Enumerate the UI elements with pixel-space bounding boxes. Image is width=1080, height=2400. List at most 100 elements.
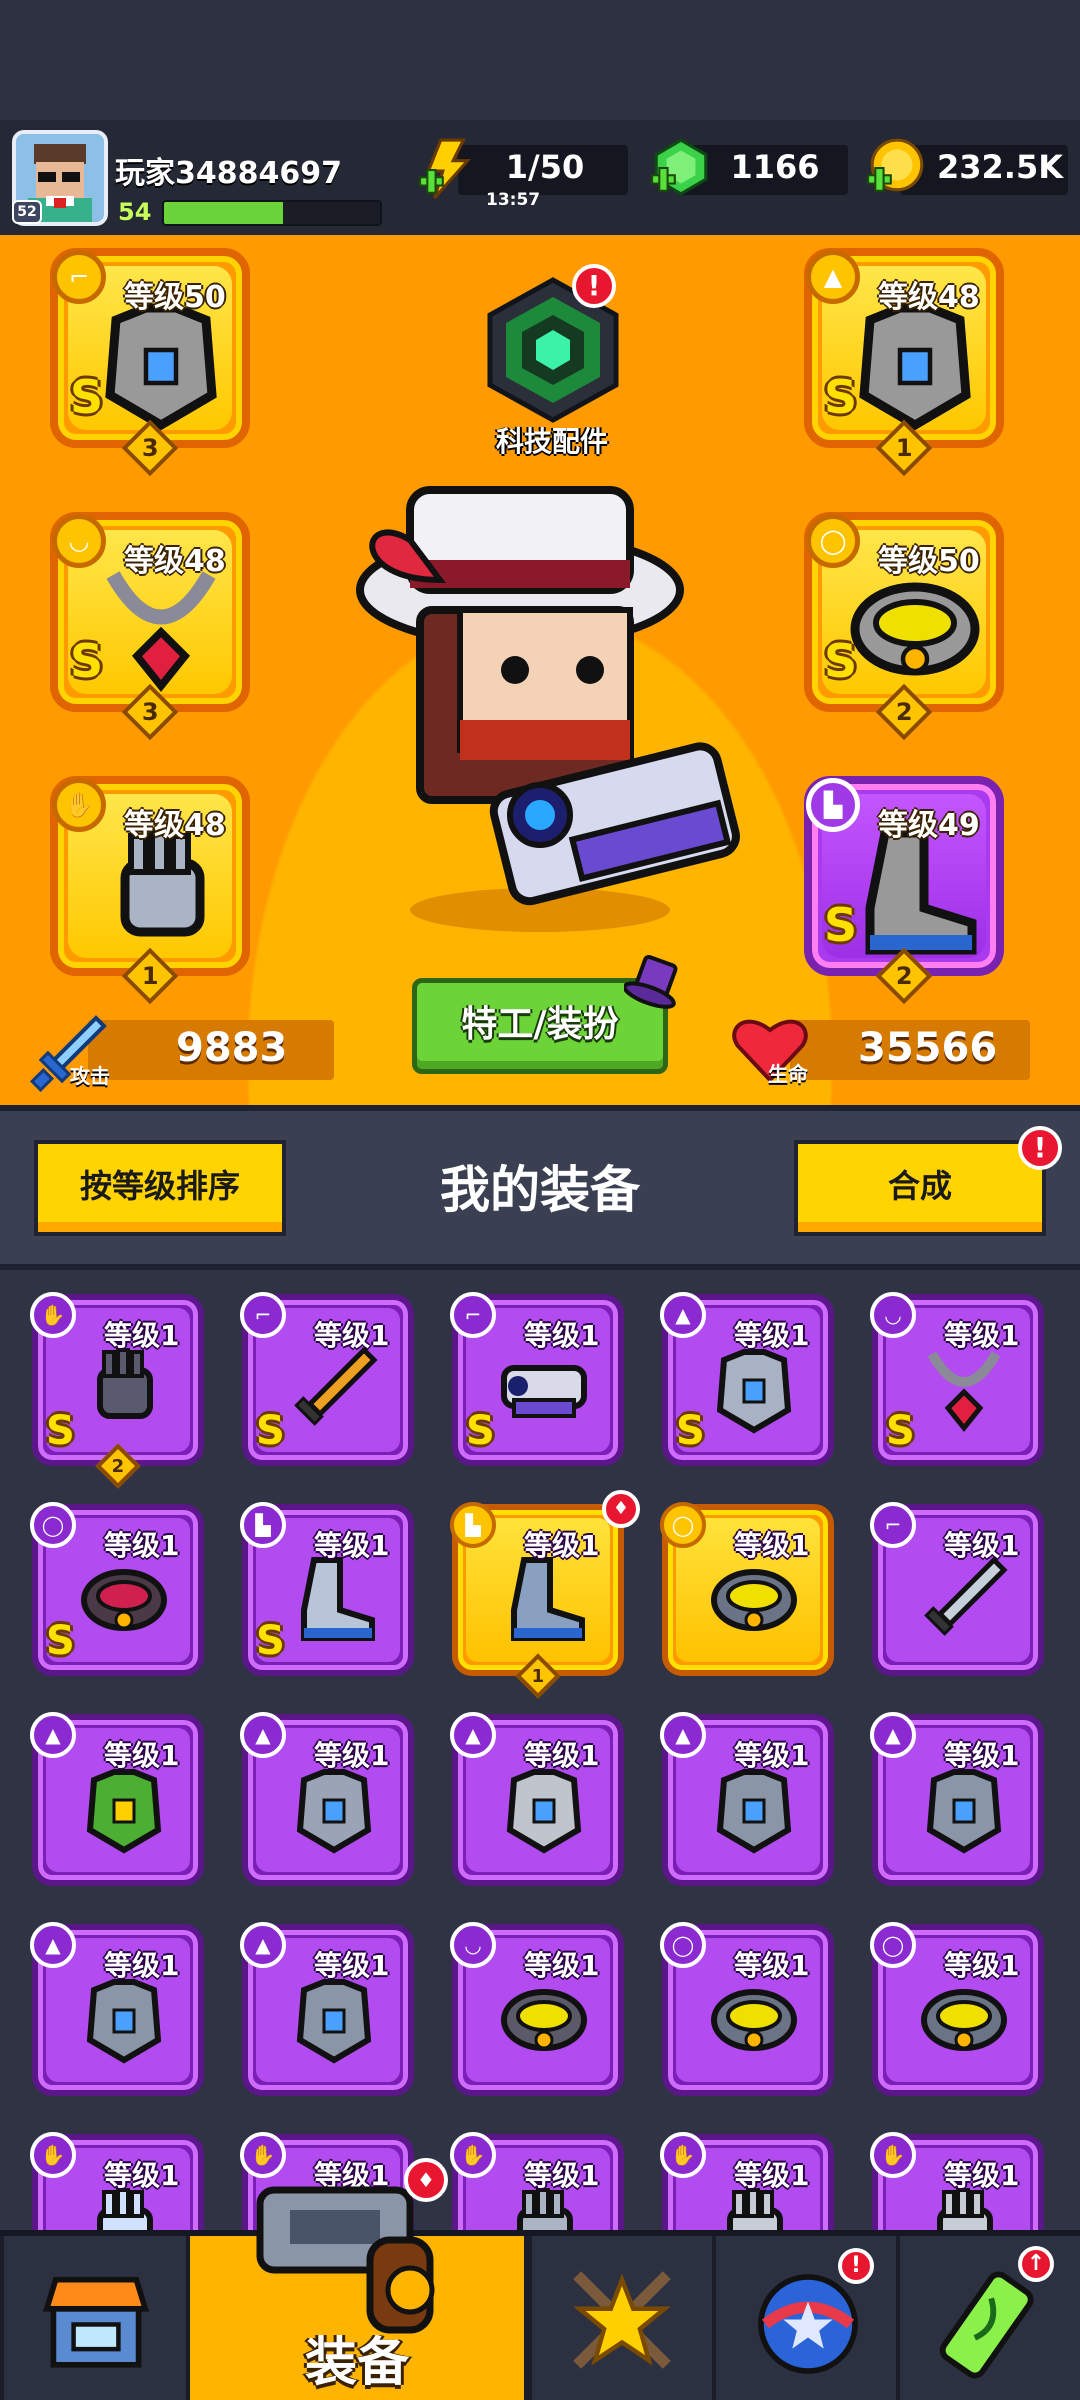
inventory-item[interactable]: ✋ 等级1 (870, 2132, 1044, 2230)
item-level: 等级1 (524, 1319, 600, 1352)
xp-bar (162, 200, 382, 226)
boots-slot-icon: ▙ (806, 778, 860, 832)
item-level: 等级1 (944, 1319, 1020, 1352)
grade-badge: S (466, 1408, 495, 1454)
grade-badge: S (676, 1408, 705, 1454)
item-level: 等级1 (104, 1949, 180, 1982)
item-level: 等级49 (878, 808, 980, 843)
item-level: 等级1 (104, 1319, 180, 1352)
inventory-item[interactable]: ⌐ 等级1 (870, 1502, 1044, 1676)
belt-red-icon (81, 1569, 167, 1631)
inventory-item[interactable]: ▲ 等级1 (240, 1922, 414, 2096)
inventory-item[interactable]: ✋ 等级1 (450, 2132, 624, 2230)
equipped-gloves[interactable]: ✋ 等级48 1 (50, 776, 250, 1005)
spike-ring-icon (501, 1989, 587, 2051)
belt-star-icon (711, 1569, 797, 1631)
inventory-item[interactable]: ✋ 等级1 (30, 2132, 204, 2230)
inventory-item[interactable]: ▲ 等级1 (660, 1712, 834, 1886)
inventory-item[interactable]: ▲ 等级1 S (660, 1292, 834, 1466)
grade-badge: S (824, 634, 858, 688)
inventory-item[interactable]: ▲ 等级1 (30, 1712, 204, 1886)
inventory-item[interactable]: ▲ 等级1 (450, 1712, 624, 1886)
gloves-red-icon (97, 1348, 153, 1419)
star-count: 2 (111, 1455, 125, 1477)
player-name: 玩家34884697 (115, 156, 342, 191)
inventory-item[interactable]: ✋ 等级1 S 2 (30, 1292, 204, 1489)
grade-badge: S (824, 898, 858, 952)
inventory-item[interactable]: ⌐ 等级1 S (240, 1292, 414, 1466)
inventory-item[interactable]: ◡ 等级1 (450, 1922, 624, 2096)
xp-bar-fill (164, 202, 283, 224)
hp-value: 35566 (858, 1025, 998, 1071)
star-count: 3 (141, 433, 159, 462)
gloves-slot-icon: ✋ (30, 2132, 76, 2178)
necklace-icon (927, 1351, 1001, 1433)
nav-tab-upgrade[interactable]: ↑ (896, 2236, 1080, 2400)
equipped-armor[interactable]: ▲ 等级48 S 1 (804, 248, 1004, 477)
necklace-slot-icon: ◡ (52, 514, 106, 568)
star-count: 1 (531, 1665, 545, 1687)
armor-slot-icon: ▲ (240, 1712, 286, 1758)
inventory-item[interactable]: ◯ 等级1 S (30, 1502, 204, 1676)
plate-armor-icon (296, 1769, 372, 1854)
belt-slot-icon: ◯ (30, 1502, 76, 1548)
belt-star-icon (711, 1989, 797, 2051)
armor-slot-icon: ▲ (660, 1292, 706, 1338)
inventory-item[interactable]: ▙ 等级1 S (240, 1502, 414, 1676)
item-level: 等级1 (524, 1529, 600, 1562)
equipped-necklace[interactable]: ◡ 等级48 S 3 (50, 512, 250, 741)
inventory-item[interactable]: ◯ 等级1 (660, 1922, 834, 2096)
energy-timer: 13:57 (486, 190, 541, 210)
nav-active-label: 装备 (304, 2333, 409, 2393)
gloves-slot-icon: ✋ (660, 2132, 706, 2178)
item-level: 等级1 (104, 1739, 180, 1772)
star-count: 2 (895, 961, 913, 990)
equipped-belt[interactable]: ◯ 等级50 S 2 (804, 512, 1004, 741)
inventory-item[interactable]: ◯ 等级1 (870, 1922, 1044, 2096)
inventory-item[interactable]: ▲ 等级1 (240, 1712, 414, 1886)
armor-slot-icon: ▲ (806, 250, 860, 304)
inventory-item[interactable]: ◡ 等级1 S (870, 1292, 1044, 1466)
inventory-item[interactable]: ✋ 等级1 (660, 2132, 834, 2230)
equipped-boots[interactable]: ▙ 等级49 S 2 (804, 776, 1004, 1005)
avatar-badge: 52 (12, 200, 42, 224)
inventory-item[interactable]: ◯ 等级1 (660, 1502, 834, 1676)
inventory-item[interactable]: ▙ 等级1 1 (450, 1502, 624, 1699)
merge-alert-badge: ! (1018, 1126, 1062, 1170)
steel-armor-icon (716, 1769, 792, 1854)
gems-value: 1166 (730, 148, 820, 186)
item-level: 等级1 (314, 1949, 390, 1982)
coin-plus-icon[interactable] (866, 136, 928, 198)
item-level: 等级1 (524, 2159, 600, 2192)
gloves-slot-icon: ✋ (52, 778, 106, 832)
orb-icon (758, 2274, 858, 2374)
item-level: 等级1 (104, 1529, 180, 1562)
events-alert-badge: ! (838, 2248, 874, 2284)
nav-tab-events[interactable]: ! (712, 2236, 896, 2400)
battle-star-icon (573, 2271, 671, 2369)
grade-badge: S (824, 370, 858, 424)
inventory-item[interactable]: ⌐ 等级1 S (450, 1292, 624, 1466)
robot-armor-icon (716, 1349, 792, 1434)
item-level: 等级1 (734, 2159, 810, 2192)
kunai-icon (924, 1556, 1008, 1636)
armor-slot-icon: ▲ (660, 1712, 706, 1758)
coins-value: 232.5K (936, 148, 1063, 186)
tech-accessory-label[interactable]: 科技配件 (472, 420, 632, 460)
nav-tab-battle[interactable] (528, 2236, 712, 2400)
nav-tab-shop[interactable] (0, 2236, 186, 2400)
belt-slot-icon: ◯ (806, 514, 860, 568)
item-level: 等级1 (734, 1529, 810, 1562)
belt-slot-icon: ◯ (870, 1922, 916, 1968)
inventory-item[interactable]: ▲ 等级1 (870, 1712, 1044, 1886)
boots-blue-icon (511, 1557, 585, 1641)
top-hat-icon (624, 954, 678, 1009)
agent-character[interactable] (330, 470, 750, 940)
steel-armor-icon (926, 1769, 1002, 1854)
equipped-weapon[interactable]: ⌐ 等级50 S 3 (50, 248, 250, 477)
inventory-item[interactable]: ▲ 等级1 (30, 1922, 204, 2096)
leaf-armor-icon (86, 1769, 162, 1854)
star-count: 1 (895, 433, 913, 462)
item-level: 等级48 (124, 808, 226, 843)
merge-button[interactable]: 合成 (794, 1140, 1046, 1236)
